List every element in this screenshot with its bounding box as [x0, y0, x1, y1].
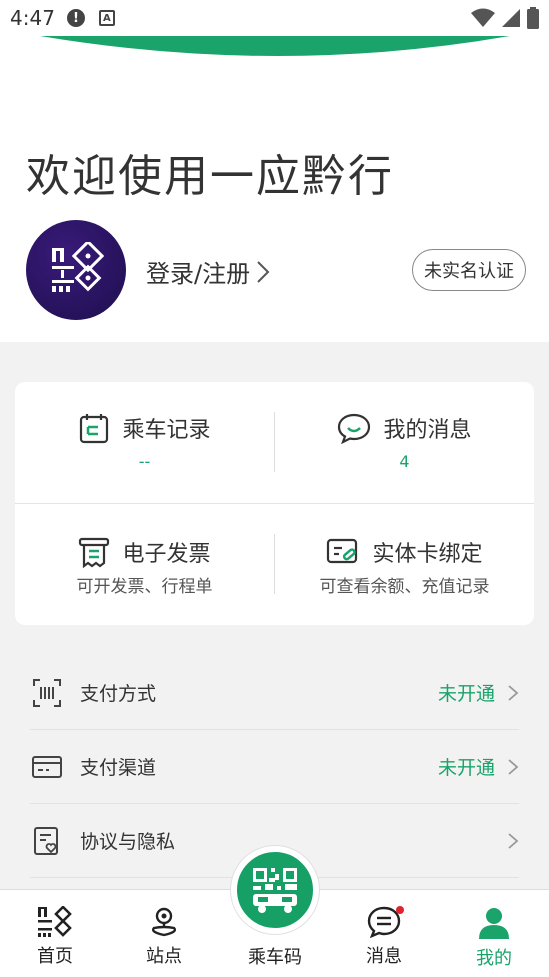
login-register-label: 登录/注册	[146, 260, 251, 288]
payment-method-status: 未开通	[437, 683, 495, 705]
card-binding-entry[interactable]: 实体卡绑定 可查看余额、充值记录	[275, 536, 534, 597]
payment-channel-status: 未开通	[437, 757, 495, 779]
home-logo-icon	[38, 906, 72, 937]
tab-messages-label: 消息	[366, 946, 402, 967]
battery-icon	[527, 7, 539, 29]
chevron-right-icon	[508, 758, 519, 775]
chevron-right-icon	[508, 832, 519, 849]
ride-code-button[interactable]	[231, 846, 319, 934]
list-item-payment-method[interactable]: 支付方式 未开通	[30, 656, 519, 730]
receipt-icon	[79, 537, 110, 568]
tab-station[interactable]: 站点	[124, 906, 204, 968]
profile-header: 欢迎使用一应黔行 登录/注册 未实名认证	[0, 36, 549, 342]
status-time: 4:47	[10, 6, 55, 30]
welcome-title: 欢迎使用一应黔行	[26, 151, 394, 202]
signal-icon	[502, 9, 520, 27]
chevron-right-icon	[508, 684, 519, 701]
e-invoice-label: 电子发票	[122, 542, 211, 567]
tab-home-label: 首页	[37, 946, 73, 967]
card-link-icon	[327, 538, 358, 564]
notification-icon: !	[66, 9, 85, 27]
chat-icon	[338, 413, 371, 444]
qr-bus-icon	[253, 868, 297, 913]
my-messages-label: 我的消息	[383, 418, 472, 443]
login-register-link[interactable]: 登录/注册	[146, 254, 270, 289]
wallet-icon	[32, 755, 62, 778]
tab-home[interactable]: 首页	[15, 906, 95, 968]
tab-mine[interactable]: 我的	[454, 906, 534, 970]
tab-messages[interactable]: 消息	[344, 906, 424, 968]
user-icon	[479, 908, 509, 939]
header-wave	[40, 36, 510, 56]
status-bar: 4:47 ! A	[0, 0, 549, 36]
e-invoice-subtitle: 可开发票、行程单	[76, 577, 213, 597]
chevron-right-icon	[257, 260, 270, 283]
brand-logo-icon	[52, 242, 104, 292]
payment-method-label: 支付方式	[80, 683, 157, 705]
ride-code-label: 乘车码	[248, 947, 302, 968]
tab-mine-label: 我的	[476, 948, 512, 969]
my-messages-count: 4	[399, 452, 410, 471]
quick-actions-card: 乘车记录 -- 我的消息 4 电子发票 可开发票、行程单 实体卡绑定 可查看余额…	[15, 382, 534, 625]
divider	[15, 503, 534, 504]
agreement-privacy-label: 协议与隐私	[80, 831, 176, 853]
list-item-payment-channel[interactable]: 支付渠道 未开通	[30, 730, 519, 804]
ride-records-entry[interactable]: 乘车记录 --	[15, 412, 274, 471]
my-messages-entry[interactable]: 我的消息 4	[275, 412, 534, 471]
app-logo-avatar	[26, 220, 126, 320]
unread-dot	[396, 906, 404, 914]
a-icon: A	[98, 10, 115, 26]
card-binding-label: 实体卡绑定	[372, 542, 483, 567]
calendar-icon	[80, 414, 109, 444]
payment-channel-label: 支付渠道	[80, 757, 157, 779]
card-binding-subtitle: 可查看余额、充值记录	[319, 577, 490, 597]
settings-list: 支付方式 未开通 支付渠道 未开通 协议与隐私	[30, 656, 519, 878]
doc-heart-icon	[34, 826, 58, 855]
e-invoice-entry[interactable]: 电子发票 可开发票、行程单	[15, 536, 274, 597]
realname-auth-button[interactable]: 未实名认证	[412, 249, 526, 291]
ride-records-value: --	[138, 452, 151, 471]
wifi-icon	[471, 8, 495, 27]
location-pin-icon	[151, 907, 177, 937]
tab-station-label: 站点	[146, 946, 182, 967]
ride-records-label: 乘车记录	[122, 418, 211, 443]
barcode-icon	[33, 678, 61, 707]
